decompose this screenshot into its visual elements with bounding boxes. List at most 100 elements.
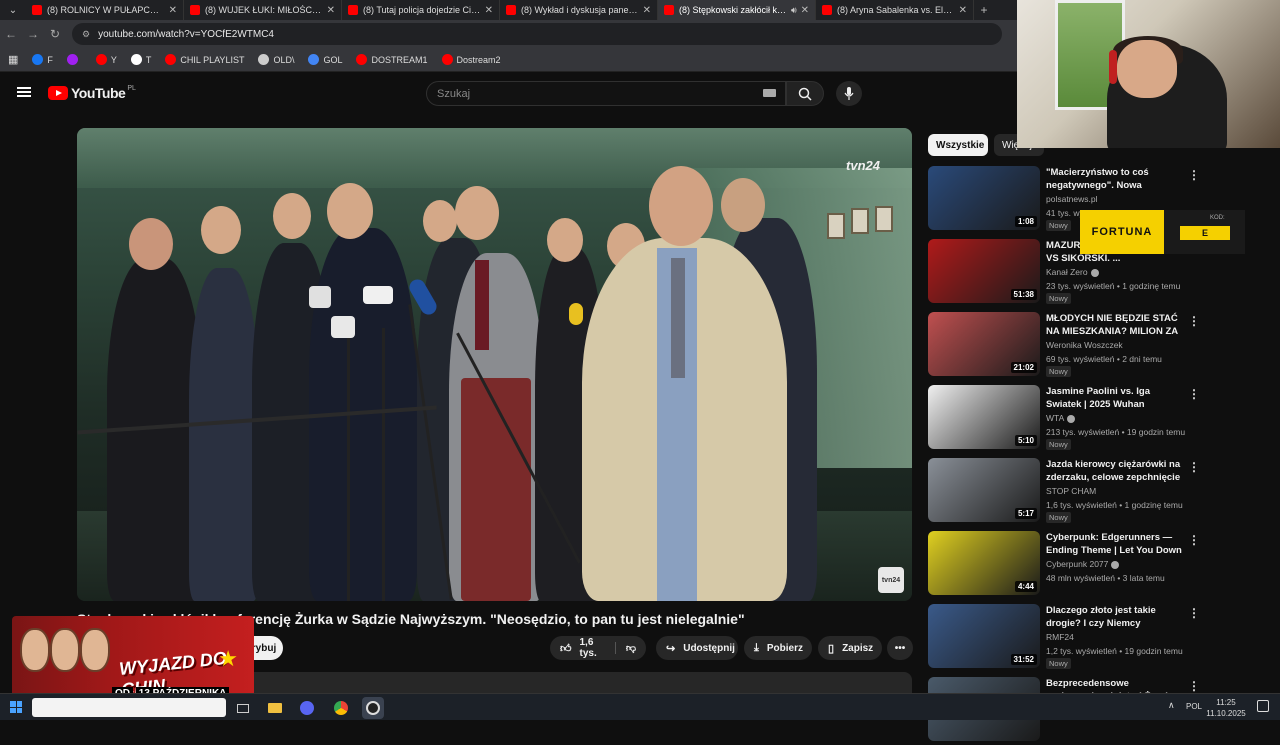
forward-button[interactable]: → (22, 27, 44, 41)
video-thumbnail[interactable]: 5:10 (928, 385, 1040, 449)
discord-icon[interactable] (296, 697, 318, 719)
mic-stand (382, 328, 385, 601)
obs-icon[interactable] (362, 697, 384, 719)
share-label: Udostępnij (683, 642, 735, 654)
keyboard-icon[interactable] (763, 89, 776, 97)
taskbar-search-field[interactable] (32, 698, 226, 717)
video-title[interactable]: Jasmine Paolini vs. Iga Swiatek | 2025 W… (1046, 385, 1184, 411)
file-explorer-icon[interactable] (264, 697, 286, 719)
url-field[interactable]: ⚙ youtube.com/watch?v=YOCfE2WTMC4 (72, 23, 1002, 45)
search-button[interactable] (786, 81, 824, 106)
more-vert-icon[interactable]: ⋮ (1188, 533, 1200, 547)
new-badge: Nowy (1046, 293, 1071, 304)
video-title[interactable]: Dlaczego złoto jest takie drogie? I czy … (1046, 604, 1184, 630)
tray-overflow-icon[interactable]: ∧ (1168, 700, 1175, 711)
channel-name[interactable]: STOP CHAM (1046, 486, 1096, 496)
video-thumbnail[interactable]: 31:52 (928, 604, 1040, 668)
task-view-icon[interactable] (232, 697, 254, 719)
recommended-video[interactable]: 4:44 Cyberpunk: Edgerunners — Ending Them… (928, 531, 1280, 599)
bookmark-item[interactable]: Dostream2 (441, 54, 501, 65)
browser-tab[interactable]: (8) Aryna Sabalenka vs. Elena R ✕ (816, 0, 974, 20)
video-scene-portrait (827, 213, 845, 239)
save-button[interactable]: ▯ Zapisz (818, 636, 882, 660)
video-player[interactable]: tvn24 tvn24 (77, 128, 912, 601)
browser-tab[interactable]: (8) Wykład i dyskusja panelowa ✕ (500, 0, 658, 20)
apps-icon[interactable]: ▦ (8, 53, 18, 66)
video-thumbnail[interactable]: 1:08 (928, 166, 1040, 230)
browser-tab[interactable]: (8) ROLNICY W PUŁAPCE. NIKT ✕ (26, 0, 184, 20)
recommended-video[interactable]: 21:02 MŁODYCH NIE BĘDZIE STAĆ NA MIESZKAN… (928, 312, 1280, 380)
share-button[interactable]: ↪ Udostępnij (656, 636, 738, 660)
browser-tab[interactable]: (8) Stępkowski zakłócił konf 🔊︎ ✕ (658, 0, 816, 20)
browser-tab[interactable]: (8) Tutaj policja dojedzie Ciebie ✕ (342, 0, 500, 20)
recommended-video[interactable]: 31:52 Dlaczego złoto jest takie drogie? I… (928, 604, 1280, 672)
browser-tab[interactable]: (8) WUJEK ŁUKI: MIŁOŚCI, RELA ✕ (184, 0, 342, 20)
recommended-video[interactable]: 5:17 Jazda kierowcy ciężarówki na zderzak… (928, 458, 1280, 526)
channel-badge[interactable]: tvn24 (878, 567, 904, 593)
channel-name[interactable]: Cyberpunk 2077 (1046, 559, 1120, 569)
bookmark-item[interactable]: T (130, 54, 151, 65)
channel-name[interactable]: Weronika Woszczek (1046, 340, 1123, 350)
chrome-icon[interactable] (330, 697, 352, 719)
video-thumbnail[interactable]: 4:44 (928, 531, 1040, 595)
video-person-head (273, 193, 311, 239)
channel-name-text: WTA (1046, 413, 1065, 423)
speaker-icon[interactable]: 🔊︎ (791, 5, 797, 16)
site-info-icon[interactable]: ⚙ (82, 29, 90, 40)
bookmark-item[interactable]: GOL (308, 54, 342, 65)
close-tab-icon[interactable]: ✕ (169, 5, 177, 16)
promo-face (80, 628, 110, 672)
system-clock[interactable]: 11:25 11.10.2025 (1206, 697, 1246, 719)
recommended-video[interactable]: 5:10 Jasmine Paolini vs. Iga Swiatek | 20… (928, 385, 1280, 453)
video-thumbnail[interactable]: 51:38 (928, 239, 1040, 303)
language-indicator[interactable]: POL (1186, 702, 1202, 711)
search-input[interactable]: Szukaj (426, 81, 786, 106)
voice-search-button[interactable] (836, 81, 862, 106)
video-title[interactable]: MŁODYCH NIE BĘDZIE STAĆ NA MIESZKANIA? M… (1046, 312, 1184, 338)
bookmark-item[interactable]: Y (95, 54, 117, 65)
close-tab-icon[interactable]: ✕ (485, 5, 493, 16)
video-meta: 1,2 tys. wyświetleń • 19 godzin temu (1046, 646, 1183, 656)
more-vert-icon[interactable]: ⋮ (1188, 314, 1200, 328)
close-tab-icon[interactable]: ✕ (959, 5, 967, 16)
channel-name[interactable]: polsatnews.pl (1046, 194, 1098, 204)
more-actions-button[interactable]: ••• (887, 636, 913, 660)
bookmark-item[interactable]: DOSTREAM1 (356, 54, 428, 65)
youtube-logo[interactable]: YouTube PL (48, 85, 136, 101)
chip-all[interactable]: Wszystkie (928, 134, 988, 156)
bookmark-item[interactable]: F (32, 54, 53, 65)
bookmark-favicon-icon (356, 54, 368, 65)
video-thumbnail[interactable]: 21:02 (928, 312, 1040, 376)
more-vert-icon[interactable]: ⋮ (1188, 460, 1200, 474)
download-button[interactable]: ⤓ Pobierz (744, 636, 812, 660)
more-vert-icon[interactable]: ⋮ (1188, 387, 1200, 401)
reload-button[interactable]: ↻ (44, 27, 66, 41)
bookmark-item[interactable]: CHIL PLAYLIST (165, 54, 244, 65)
video-title[interactable]: Cyberpunk: Edgerunners — Ending Theme | … (1046, 531, 1184, 557)
menu-icon[interactable] (17, 87, 31, 97)
video-title[interactable]: "Macierzyństwo to coś negatywnego". Nowa… (1046, 166, 1184, 192)
channel-name[interactable]: Kanał Zero (1046, 267, 1099, 277)
bookmark-item[interactable] (66, 54, 82, 65)
channel-name[interactable]: RMF24 (1046, 632, 1074, 642)
tab-title: (8) Tutaj policja dojedzie Ciebie (363, 5, 481, 15)
more-vert-icon[interactable]: ⋮ (1188, 679, 1200, 693)
close-tab-icon[interactable]: ✕ (327, 5, 335, 16)
close-tab-icon[interactable]: ✕ (643, 5, 651, 16)
new-tab-button[interactable]: + (974, 0, 994, 20)
thumbs-down-icon[interactable]: 👎︎ (614, 642, 636, 654)
video-speaker-head (649, 166, 713, 246)
channel-name-text: RMF24 (1046, 632, 1074, 642)
video-title[interactable]: Jazda kierowcy ciężarówki na zderzaku, c… (1046, 458, 1184, 484)
tab-search-button[interactable]: ⌄ (0, 0, 26, 20)
notification-icon[interactable] (1257, 700, 1269, 712)
more-vert-icon[interactable]: ⋮ (1188, 606, 1200, 620)
like-button[interactable]: 👍︎ 1,6 tys. 👎︎ (550, 636, 646, 660)
more-vert-icon[interactable]: ⋮ (1188, 168, 1200, 182)
back-button[interactable]: ← (0, 27, 22, 41)
close-tab-icon[interactable]: ✕ (801, 5, 809, 16)
bookmark-item[interactable]: OLD\ (258, 54, 294, 65)
video-thumbnail[interactable]: 5:17 (928, 458, 1040, 522)
windows-start-icon[interactable] (10, 701, 22, 713)
channel-name[interactable]: WTA (1046, 413, 1076, 423)
